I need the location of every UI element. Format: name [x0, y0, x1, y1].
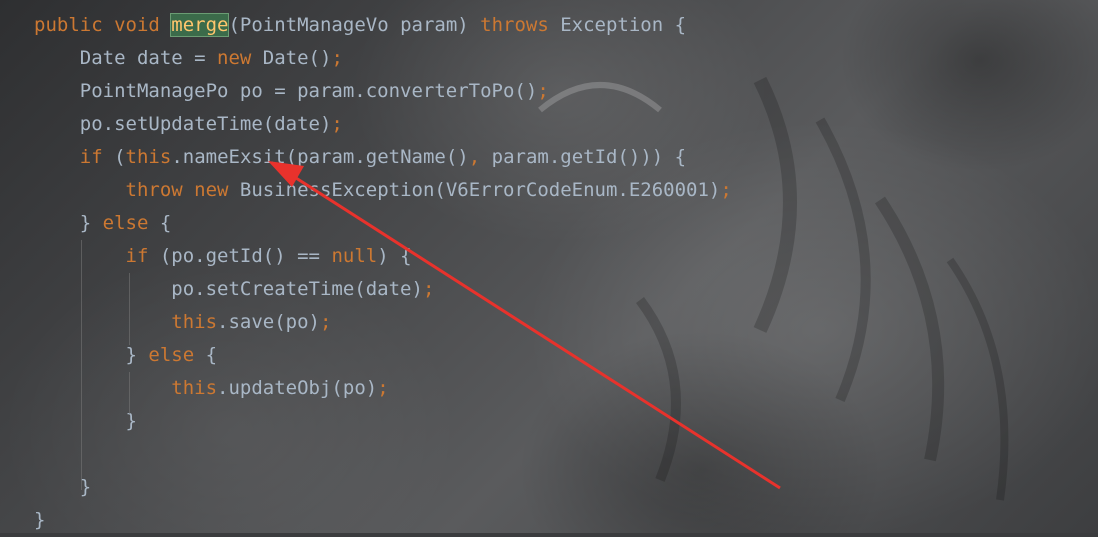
annotation-arrow: [268, 161, 781, 490]
arrow-head: [268, 161, 304, 187]
arrow-shaft: [295, 176, 781, 490]
